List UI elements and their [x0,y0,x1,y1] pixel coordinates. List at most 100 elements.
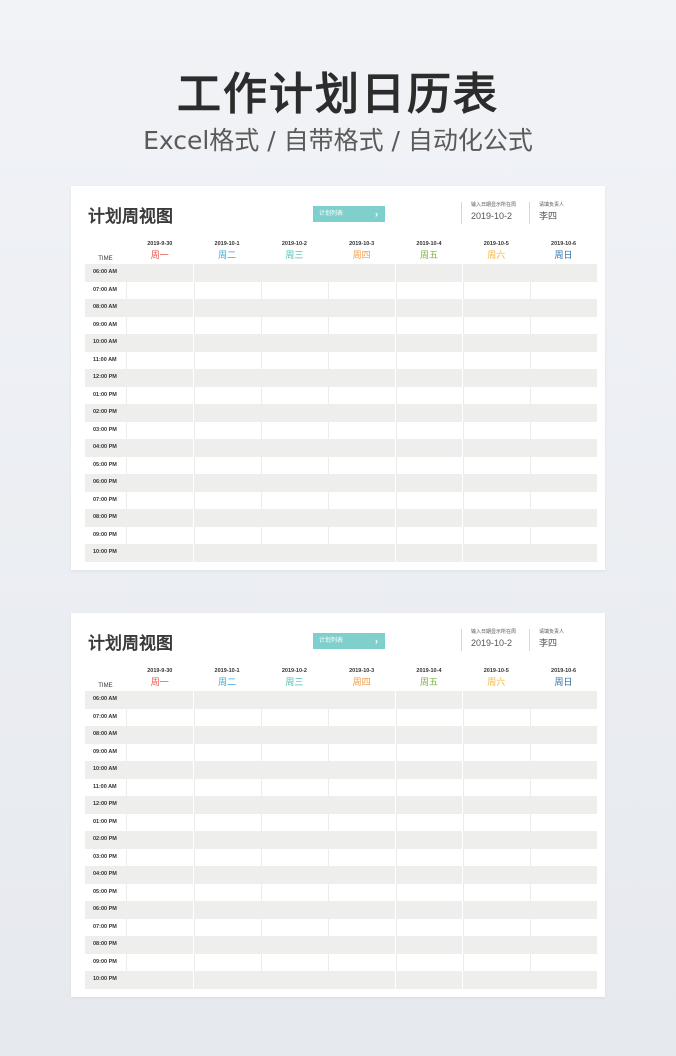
schedule-cell[interactable] [328,281,396,299]
schedule-cell[interactable] [530,971,597,989]
schedule-cell[interactable] [462,848,530,866]
schedule-cell[interactable] [261,778,328,796]
schedule-cell[interactable] [261,743,328,761]
schedule-cell[interactable] [126,439,194,457]
schedule-cell[interactable] [126,796,194,814]
schedule-cell[interactable] [395,316,463,334]
schedule-cell[interactable] [261,439,328,457]
schedule-cell[interactable] [328,509,396,527]
schedule-cell[interactable] [530,299,597,317]
schedule-cell[interactable] [261,404,328,422]
schedule-cell[interactable] [530,726,597,744]
plan-list-button[interactable]: 计划列表 › [313,633,385,649]
schedule-cell[interactable] [328,971,396,989]
schedule-cell[interactable] [193,404,261,422]
schedule-cell[interactable] [328,316,396,334]
schedule-cell[interactable] [328,526,396,544]
schedule-cell[interactable] [462,813,530,831]
schedule-cell[interactable] [328,404,396,422]
schedule-cell[interactable] [193,953,261,971]
schedule-cell[interactable] [126,848,194,866]
schedule-cell[interactable] [395,726,463,744]
schedule-cell[interactable] [126,971,194,989]
schedule-cell[interactable] [530,544,597,562]
schedule-cell[interactable] [462,544,530,562]
schedule-cell[interactable] [328,369,396,387]
schedule-cell[interactable] [530,918,597,936]
schedule-cell[interactable] [462,456,530,474]
schedule-cell[interactable] [328,726,396,744]
schedule-cell[interactable] [193,743,261,761]
schedule-cell[interactable] [462,778,530,796]
schedule-cell[interactable] [462,421,530,439]
schedule-cell[interactable] [261,351,328,369]
schedule-cell[interactable] [395,421,463,439]
schedule-cell[interactable] [395,386,463,404]
schedule-cell[interactable] [261,848,328,866]
schedule-cell[interactable] [193,831,261,849]
schedule-cell[interactable] [328,351,396,369]
schedule-cell[interactable] [395,264,463,282]
schedule-cell[interactable] [261,386,328,404]
schedule-cell[interactable] [193,761,261,779]
schedule-cell[interactable] [193,439,261,457]
schedule-cell[interactable] [530,474,597,492]
schedule-cell[interactable] [395,883,463,901]
schedule-cell[interactable] [126,264,194,282]
date-input[interactable]: 2019-10-2 [471,637,516,650]
schedule-cell[interactable] [261,883,328,901]
schedule-cell[interactable] [395,936,463,954]
schedule-cell[interactable] [261,953,328,971]
schedule-cell[interactable] [193,351,261,369]
schedule-cell[interactable] [328,883,396,901]
schedule-cell[interactable] [395,509,463,527]
schedule-cell[interactable] [395,334,463,352]
schedule-cell[interactable] [193,708,261,726]
schedule-cell[interactable] [261,866,328,884]
schedule-cell[interactable] [462,708,530,726]
schedule-cell[interactable] [261,281,328,299]
schedule-cell[interactable] [395,281,463,299]
schedule-cell[interactable] [530,901,597,919]
schedule-cell[interactable] [328,491,396,509]
schedule-cell[interactable] [261,456,328,474]
schedule-cell[interactable] [530,796,597,814]
schedule-cell[interactable] [126,866,194,884]
schedule-cell[interactable] [126,936,194,954]
schedule-cell[interactable] [261,691,328,709]
schedule-cell[interactable] [395,778,463,796]
schedule-cell[interactable] [462,726,530,744]
schedule-cell[interactable] [126,544,194,562]
schedule-cell[interactable] [328,796,396,814]
schedule-cell[interactable] [462,866,530,884]
schedule-cell[interactable] [462,264,530,282]
schedule-cell[interactable] [395,526,463,544]
schedule-cell[interactable] [261,761,328,779]
schedule-cell[interactable] [462,404,530,422]
schedule-cell[interactable] [193,264,261,282]
schedule-cell[interactable] [462,796,530,814]
schedule-cell[interactable] [261,334,328,352]
schedule-cell[interactable] [193,726,261,744]
schedule-cell[interactable] [328,456,396,474]
schedule-cell[interactable] [462,761,530,779]
schedule-cell[interactable] [395,848,463,866]
schedule-cell[interactable] [261,971,328,989]
schedule-cell[interactable] [395,369,463,387]
date-input-group[interactable]: 输入日期显示所在周 2019-10-2 [461,202,516,224]
schedule-cell[interactable] [193,866,261,884]
schedule-cell[interactable] [126,351,194,369]
schedule-cell[interactable] [395,351,463,369]
schedule-cell[interactable] [530,761,597,779]
schedule-cell[interactable] [261,813,328,831]
schedule-cell[interactable] [530,778,597,796]
schedule-cell[interactable] [261,726,328,744]
schedule-cell[interactable] [395,456,463,474]
schedule-cell[interactable] [193,813,261,831]
schedule-cell[interactable] [261,901,328,919]
schedule-cell[interactable] [395,761,463,779]
schedule-cell[interactable] [261,918,328,936]
schedule-cell[interactable] [126,831,194,849]
schedule-cell[interactable] [328,439,396,457]
schedule-cell[interactable] [126,726,194,744]
